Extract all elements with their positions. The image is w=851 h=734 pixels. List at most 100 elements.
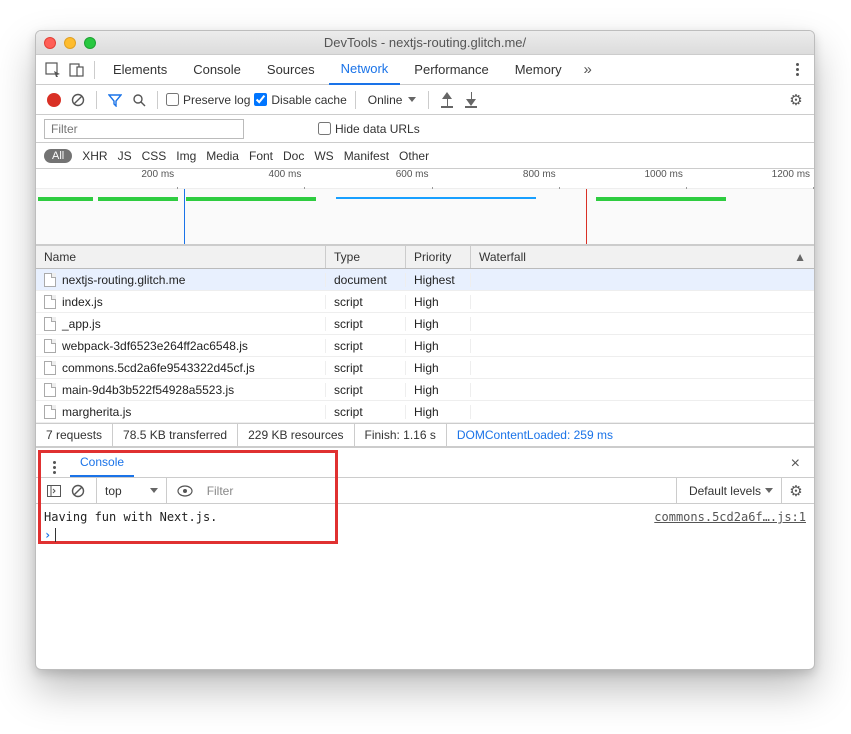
table-row[interactable]: commons.5cd2a6fe9543322d45cf.jsscriptHig… [36, 357, 814, 379]
type-filter-css[interactable]: CSS [142, 149, 167, 163]
throttling-select[interactable]: Online [364, 93, 421, 107]
live-expression-icon[interactable] [175, 481, 195, 501]
chevron-down-icon [765, 488, 773, 493]
request-priority: High [406, 317, 471, 331]
search-icon[interactable] [129, 90, 149, 110]
console-filter-input[interactable]: Filter [199, 478, 677, 503]
filter-icon[interactable] [105, 90, 125, 110]
type-filter-all[interactable]: All [44, 149, 72, 163]
drawer-tab-console[interactable]: Console [70, 449, 134, 477]
window-title: DevTools - nextjs-routing.glitch.me/ [36, 35, 814, 50]
type-filter-doc[interactable]: Doc [283, 149, 304, 163]
close-window-button[interactable] [44, 37, 56, 49]
type-filter-js[interactable]: JS [118, 149, 132, 163]
network-table-header: Name Type Priority Waterfall▲ [36, 245, 814, 269]
network-settings-icon[interactable]: ⚙ [786, 90, 806, 110]
disable-cache-label: Disable cache [271, 93, 346, 107]
console-clear-icon[interactable] [68, 481, 88, 501]
status-resources: 229 KB resources [238, 424, 354, 446]
drawer-menu-icon[interactable] [44, 457, 64, 477]
settings-kebab-icon[interactable] [786, 59, 808, 81]
type-filter-font[interactable]: Font [249, 149, 273, 163]
request-priority: High [406, 339, 471, 353]
tab-console[interactable]: Console [181, 55, 253, 85]
request-priority: High [406, 295, 471, 309]
col-name[interactable]: Name [36, 246, 326, 268]
tab-performance[interactable]: Performance [402, 55, 500, 85]
upload-har-icon[interactable] [437, 90, 457, 110]
table-row[interactable]: main-9d4b3b522f54928a5523.jsscriptHigh [36, 379, 814, 401]
device-toolbar-icon[interactable] [66, 59, 88, 81]
record-button[interactable] [44, 90, 64, 110]
table-row[interactable]: webpack-3df6523e264ff2ac6548.jsscriptHig… [36, 335, 814, 357]
type-filter-other[interactable]: Other [399, 149, 429, 163]
file-icon [44, 273, 56, 287]
console-sidebar-icon[interactable] [44, 481, 64, 501]
console-log-message: Having fun with Next.js. [44, 510, 217, 524]
preserve-log-label: Preserve log [183, 93, 250, 107]
request-name: commons.5cd2a6fe9543322d45cf.js [62, 361, 255, 375]
tick: 800 ms [433, 169, 560, 188]
type-filter-row: All XHR JS CSS Img Media Font Doc WS Man… [36, 143, 814, 169]
type-filter-ws[interactable]: WS [314, 149, 333, 163]
clear-icon[interactable] [68, 90, 88, 110]
drawer-close-icon[interactable]: × [785, 451, 806, 477]
request-name: index.js [62, 295, 103, 309]
drawer-tabstrip: Console × [36, 448, 814, 478]
network-toolbar: Preserve log Disable cache Online ⚙ [36, 85, 814, 115]
file-icon [44, 383, 56, 397]
console-toolbar: top Filter Default levels ⚙ [36, 478, 814, 504]
download-har-icon[interactable] [461, 90, 481, 110]
request-priority: High [406, 405, 471, 419]
request-type: script [326, 405, 406, 419]
filter-row: Hide data URLs [36, 115, 814, 143]
tab-sources[interactable]: Sources [255, 55, 327, 85]
zoom-window-button[interactable] [84, 37, 96, 49]
main-tabstrip: Elements Console Sources Network Perform… [36, 55, 814, 85]
console-log-source-link[interactable]: commons.5cd2a6f….js:1 [654, 510, 806, 524]
status-finish: Finish: 1.16 s [355, 424, 447, 446]
col-type[interactable]: Type [326, 246, 406, 268]
tick: 200 ms [51, 169, 178, 188]
file-icon [44, 361, 56, 375]
tick: 600 ms [305, 169, 432, 188]
inspect-element-icon[interactable] [42, 59, 64, 81]
type-filter-manifest[interactable]: Manifest [344, 149, 389, 163]
devtools-window: DevTools - nextjs-routing.glitch.me/ Ele… [35, 30, 815, 670]
table-row[interactable]: nextjs-routing.glitch.medocumentHighest [36, 269, 814, 291]
chevron-down-icon [150, 488, 158, 493]
request-type: script [326, 317, 406, 331]
console-levels-select[interactable]: Default levels [681, 478, 782, 503]
preserve-log-checkbox[interactable]: Preserve log [166, 93, 250, 107]
console-levels-label: Default levels [689, 484, 761, 498]
col-waterfall[interactable]: Waterfall▲ [471, 246, 814, 268]
type-filter-img[interactable]: Img [176, 149, 196, 163]
timeline-overview[interactable] [36, 189, 814, 245]
tab-network[interactable]: Network [329, 55, 401, 85]
console-context-label: top [105, 484, 122, 498]
traffic-lights [44, 37, 96, 49]
console-settings-icon[interactable]: ⚙ [786, 481, 806, 501]
type-filter-xhr[interactable]: XHR [82, 149, 107, 163]
table-row[interactable]: margherita.jsscriptHigh [36, 401, 814, 423]
tab-memory[interactable]: Memory [503, 55, 574, 85]
filter-input[interactable] [44, 119, 244, 139]
console-prompt[interactable]: › [44, 526, 806, 544]
more-tabs-icon[interactable]: » [576, 59, 598, 81]
tab-elements[interactable]: Elements [101, 55, 179, 85]
file-icon [44, 339, 56, 353]
console-context-select[interactable]: top [96, 478, 167, 503]
table-row[interactable]: _app.js scriptHigh [36, 313, 814, 335]
request-name: _app.js [62, 317, 101, 331]
file-icon [44, 295, 56, 309]
disable-cache-checkbox[interactable]: Disable cache [254, 93, 346, 107]
hide-data-urls-checkbox[interactable]: Hide data URLs [318, 122, 420, 136]
table-row[interactable]: index.jsscriptHigh [36, 291, 814, 313]
minimize-window-button[interactable] [64, 37, 76, 49]
network-table-body: nextjs-routing.glitch.medocumentHighesti… [36, 269, 814, 423]
type-filter-media[interactable]: Media [206, 149, 239, 163]
col-priority[interactable]: Priority [406, 246, 471, 268]
tick: 400 ms [178, 169, 305, 188]
console-body: Having fun with Next.js. commons.5cd2a6f… [36, 504, 814, 669]
tick: 1000 ms [560, 169, 687, 188]
